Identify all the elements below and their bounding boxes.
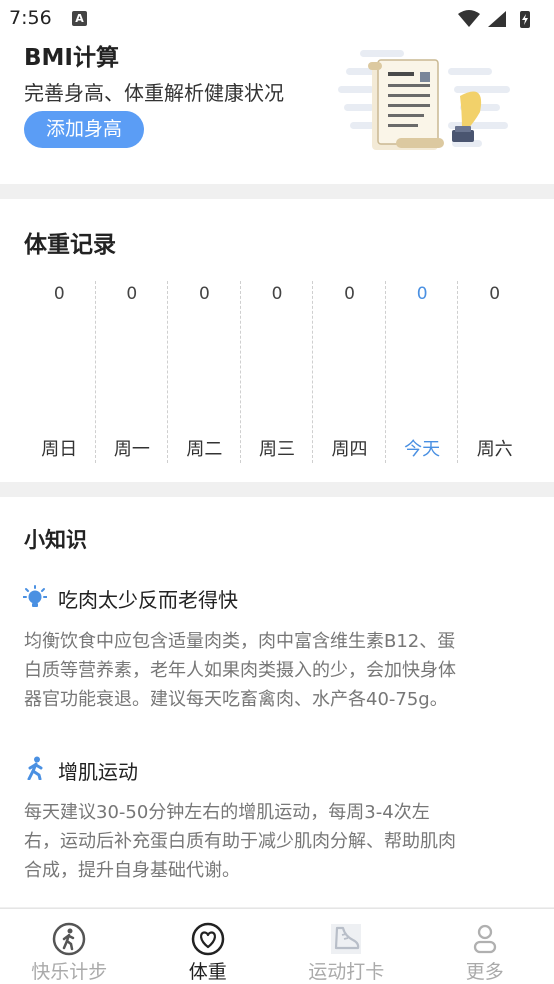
day-column[interactable]: 0 周四	[313, 277, 386, 463]
tip-line: 均衡饮食中应包含适量肉类，肉中富含维生素B12、蛋	[24, 631, 456, 652]
bmi-card: BMI计算 完善身高、体重解析健康状况 添加身高	[0, 36, 554, 184]
status-bar: 7:56 A	[0, 0, 554, 36]
tip-line: 每天建议30-50分钟左右的增肌运动，每周3-4次左	[24, 802, 430, 823]
tips-title: 小知识	[24, 528, 87, 552]
weight-record-title: 体重记录	[24, 232, 116, 258]
day-label: 周一	[113, 439, 150, 460]
status-time: 7:56	[9, 7, 52, 29]
day-label: 周二	[186, 439, 223, 460]
day-value: 0	[489, 284, 501, 304]
tip-heading: 吃肉太少反而老得快	[58, 588, 238, 612]
tip-heading: 增肌运动	[58, 760, 138, 784]
tab-exercise-checkin[interactable]: 运动打卡	[277, 909, 416, 984]
bmi-subtitle: 完善身高、体重解析健康状况	[24, 81, 284, 105]
day-label: 周三	[258, 439, 295, 460]
tab-label: 快乐计步	[31, 961, 108, 983]
person-icon	[473, 924, 496, 954]
signal-icon	[488, 11, 506, 27]
tip-line: 白质等营养素，老年人如果肉类摄入的少，会加快身体	[24, 660, 456, 681]
tip-line: 合成，提升自身基础代谢。	[24, 860, 240, 881]
day-column[interactable]: 0 周二	[168, 277, 241, 463]
tab-happy-steps[interactable]: 快乐计步	[0, 909, 139, 984]
walking-icon	[53, 922, 86, 956]
heart-icon	[191, 922, 224, 956]
bottom-tab-bar: 快乐计步 体重 运动打卡 更多	[0, 908, 554, 984]
day-column[interactable]: 0 周日	[23, 277, 96, 463]
tab-more[interactable]: 更多	[416, 909, 554, 984]
tab-label: 体重	[188, 961, 227, 983]
day-value: 0	[416, 284, 428, 304]
notification-a-icon: A	[72, 11, 87, 26]
day-column[interactable]: 0 周一	[96, 277, 169, 463]
wifi-icon	[458, 10, 480, 27]
day-label: 今天	[404, 439, 441, 460]
weekday-columns: 0 周日 0 周一 0 周二 0 周三 0 周四 0 今天 0 周六	[23, 277, 531, 463]
tips-card: 小知识 吃肉太少反而老得快 均衡饮食中应包含适量肉类，肉中富含维生素B12、蛋 …	[0, 497, 554, 907]
running-person-icon	[27, 756, 43, 780]
day-column[interactable]: 0 周三	[241, 277, 314, 463]
document-illustration	[338, 50, 510, 150]
day-label: 周四	[331, 439, 368, 460]
lightbulb-icon	[23, 585, 47, 607]
tab-weight[interactable]: 体重	[139, 909, 278, 984]
status-icons	[458, 10, 530, 28]
tab-label: 更多	[465, 961, 504, 983]
tip-line: 器官功能衰退。建议每天吃畜禽肉、水产各40-75g。	[24, 689, 448, 710]
tip-body: 每天建议30-50分钟左右的增肌运动，每周3-4次左 右，运动后补充蛋白质有助于…	[24, 798, 530, 885]
tip-line: 右，运动后补充蛋白质有助于减少肌肉分解、帮助肌肉	[24, 831, 456, 852]
day-label: 周六	[476, 439, 513, 460]
add-height-button[interactable]: 添加身高	[24, 111, 144, 148]
tip-body: 均衡饮食中应包含适量肉类，肉中富含维生素B12、蛋 白质等营养素，老年人如果肉类…	[24, 627, 530, 714]
day-label: 周日	[41, 439, 78, 460]
bmi-title: BMI计算	[24, 45, 119, 71]
day-value: 0	[53, 284, 65, 304]
day-value: 0	[344, 284, 355, 304]
day-column[interactable]: 0 周六	[458, 277, 531, 463]
tab-label: 运动打卡	[308, 961, 385, 983]
day-column-today[interactable]: 0 今天	[386, 277, 459, 463]
day-value: 0	[126, 284, 138, 304]
day-value: 0	[271, 284, 283, 304]
weight-record-card: 体重记录 0 周日 0 周一 0 周二 0 周三 0 周四 0 今天 0 周六	[0, 199, 554, 482]
day-value: 0	[198, 284, 210, 304]
shoe-icon	[331, 924, 362, 954]
